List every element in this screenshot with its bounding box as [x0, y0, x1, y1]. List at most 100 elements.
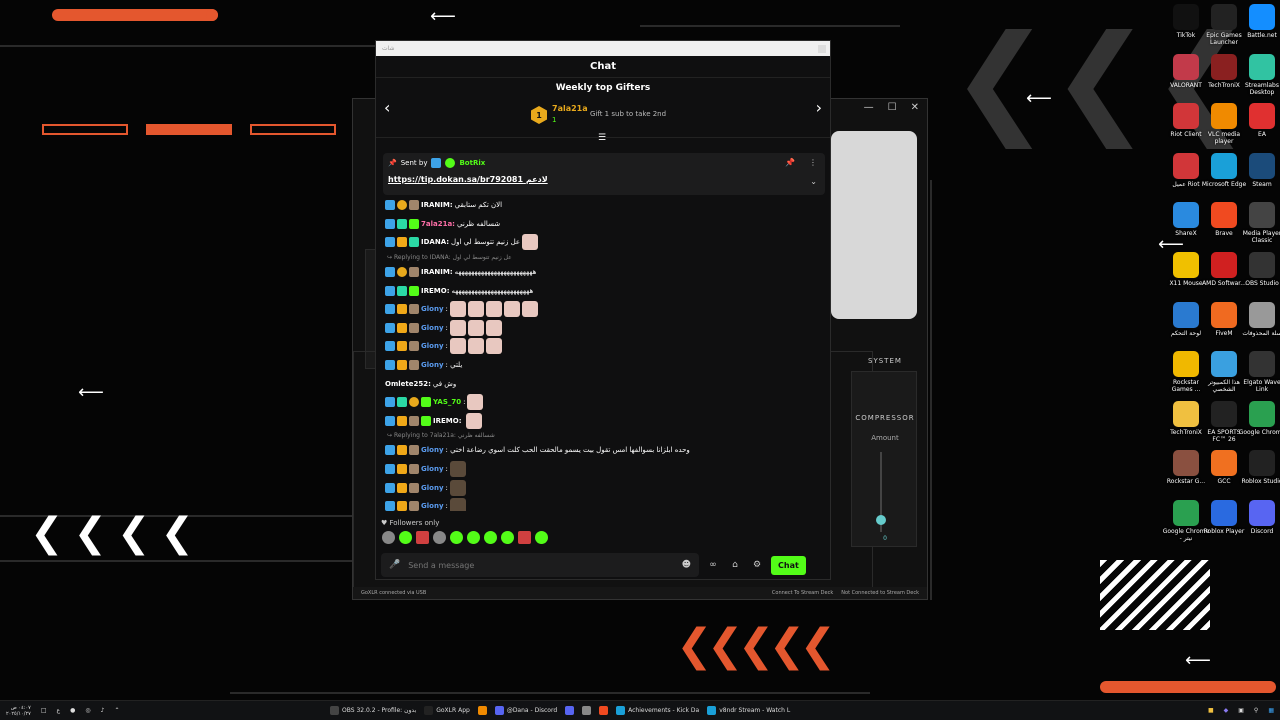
microphone-icon[interactable]: 🎤	[389, 560, 400, 570]
username[interactable]: Glony	[421, 484, 444, 492]
task-view-icon[interactable]: ▣	[1238, 707, 1244, 714]
network-icon[interactable]: ◎	[85, 707, 90, 714]
chat-messages: IRANIM: الان تكم ستابقي 7ala21a: شسالفه ظرن…	[385, 196, 825, 511]
taskbar-app[interactable]	[582, 706, 592, 715]
emote-button[interactable]	[501, 531, 514, 544]
desktop-icon[interactable]: Roblox Studio	[1238, 450, 1280, 485]
taskbar-app[interactable]: v8ndr Stream - Watch L	[707, 706, 790, 715]
emote-button[interactable]	[416, 531, 429, 544]
desktop-icon[interactable]: Google Chrome	[1238, 400, 1280, 436]
unpin-icon[interactable]: 📌	[785, 158, 795, 167]
username[interactable]: Glony	[421, 361, 444, 369]
taskbar-apps: OBS 32.0.2 - Profile: بدون GoXLR App @Dana…	[330, 706, 790, 715]
username[interactable]: IREMO:	[433, 417, 462, 425]
search-icon[interactable]: ⚲	[1254, 707, 1258, 714]
minimize-icon[interactable]: —	[864, 102, 874, 113]
crown-badge-icon	[397, 464, 407, 475]
username[interactable]: Glony	[421, 342, 444, 350]
emote-button[interactable]	[535, 531, 548, 544]
emote-button[interactable]	[467, 531, 480, 544]
username[interactable]: Glony	[421, 465, 444, 473]
desktop-icon[interactable]: OBS Studio	[1238, 252, 1280, 287]
wallpaper-arrow-icon: ⟵	[78, 382, 104, 403]
emote-button[interactable]	[518, 531, 531, 544]
amount-slider-knob[interactable]	[876, 515, 886, 525]
pinned-link[interactable]: https://tip.dokan.sa/br792081 لادعم	[388, 175, 548, 184]
username[interactable]: Omlete252:	[385, 380, 431, 388]
chevron-left-icon[interactable]: ‹	[384, 98, 390, 117]
riot-icon	[1173, 152, 1199, 179]
emote-button[interactable]	[433, 531, 446, 544]
microphone-icon[interactable]: ●	[70, 707, 75, 714]
emote-button[interactable]	[450, 531, 463, 544]
store-icon[interactable]: ⌂	[727, 560, 743, 570]
emoji-icon[interactable]: ☻	[682, 560, 691, 570]
streamlabs-icon	[1249, 53, 1275, 80]
username[interactable]: IRANIM:	[421, 268, 453, 276]
username[interactable]: Glony	[421, 305, 444, 313]
taskbar-app[interactable]	[477, 706, 487, 715]
message-text: :	[445, 305, 448, 314]
chat-input-box[interactable]: 🎤 ☻	[381, 553, 699, 577]
taskbar-app[interactable]	[565, 706, 575, 715]
connect-stream-deck-link[interactable]: Connect To Stream Deck	[772, 590, 833, 596]
bot-name[interactable]: BotRix	[459, 159, 485, 167]
goxlr-device-panel	[831, 131, 917, 319]
username[interactable]: IREMO:	[421, 287, 450, 295]
reply-context[interactable]: ↪ Replying to IDANA: عل زنيم تتوسط لي او…	[385, 252, 825, 263]
notification-icon[interactable]: □	[41, 707, 47, 714]
reply-context[interactable]: ↪ Replying to 7ala21a: شسالفه ظرني	[385, 430, 825, 441]
chat-input[interactable]	[408, 560, 674, 570]
emote-button[interactable]	[382, 531, 395, 544]
emote-button[interactable]	[484, 531, 497, 544]
username[interactable]: Glony	[421, 446, 444, 454]
desktop-icon[interactable]: Streamlabs Desktop	[1238, 53, 1280, 96]
clock[interactable]: ٠٤:٠٧ ص ٢٠٢٥/١٠/٢٧	[6, 705, 31, 717]
windows-start-icon[interactable]: ▦	[1268, 707, 1274, 714]
copilot-icon[interactable]: ◆	[1224, 707, 1229, 714]
valorant-icon	[1173, 53, 1199, 80]
gear-icon[interactable]: ⚙	[749, 560, 765, 570]
sent-by-label: Sent by	[400, 159, 428, 167]
username[interactable]: IRANIM:	[421, 201, 453, 209]
desktop-icon[interactable]: EA	[1238, 103, 1280, 138]
volume-icon[interactable]: ♪	[101, 707, 105, 714]
desktop-icon[interactable]: Steam	[1238, 152, 1280, 188]
username[interactable]: YAS_70	[433, 398, 461, 406]
this-pc-icon	[1211, 351, 1237, 378]
desktop-icon[interactable]: Elgato Wave Link	[1238, 351, 1280, 393]
taskbar-app[interactable]: OBS 32.0.2 - Profile: بدون	[330, 706, 416, 715]
chat-message: IRANIM: الان تكم ستابقي	[385, 196, 825, 215]
desktop-icon[interactable]: Media Player Classic	[1238, 202, 1280, 244]
chevron-up-icon[interactable]: ⌃	[114, 707, 119, 714]
username[interactable]: 7ala21a:	[421, 220, 455, 228]
chevron-right-icon[interactable]: ›	[816, 98, 822, 117]
username[interactable]: IDANA:	[421, 238, 449, 246]
desktop-icon[interactable]: Discord	[1238, 500, 1280, 535]
folder-icon[interactable]: ■	[1208, 707, 1214, 714]
users-icon[interactable]: ∞	[705, 560, 721, 570]
emote-image	[467, 301, 484, 318]
close-icon[interactable]: ✕	[911, 102, 919, 113]
taskbar-app[interactable]: Achievements - Kick Da	[616, 706, 699, 715]
reply-text: Replying to 7ala21a: شسالفه ظرني	[394, 432, 495, 440]
language-indicator[interactable]: ع	[57, 707, 61, 714]
username[interactable]: Glony	[421, 502, 444, 510]
top-gifter-name[interactable]: 7ala21a	[552, 104, 588, 113]
desktop-icon[interactable]: سلة المحذوفات	[1238, 301, 1280, 337]
maximize-icon[interactable]: ☐	[888, 102, 897, 113]
send-chat-button[interactable]: Chat	[771, 555, 806, 575]
username[interactable]: Glony	[421, 324, 444, 332]
emote-button[interactable]	[399, 531, 412, 544]
chevron-down-icon[interactable]: ⌄	[810, 177, 817, 186]
close-icon[interactable]	[818, 44, 826, 53]
taskbar-app-label: GoXLR App	[436, 707, 470, 714]
taskbar-app[interactable]: @Dana - Discord	[494, 706, 557, 715]
desktop-icon[interactable]: Battle.net	[1238, 4, 1280, 39]
more-options-icon[interactable]: ⋮	[809, 158, 817, 167]
desktop-icon-label: Media Player Classic	[1242, 230, 1280, 245]
taskbar-app[interactable]	[599, 706, 609, 715]
taskbar-app[interactable]: GoXLR App	[424, 706, 470, 715]
green-badge-icon	[409, 285, 419, 296]
hamburger-icon[interactable]: ☰	[598, 133, 606, 143]
